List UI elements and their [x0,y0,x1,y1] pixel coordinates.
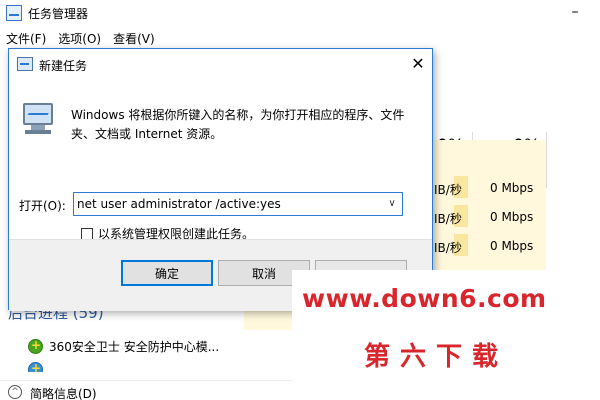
ok-button[interactable]: 确定 [121,260,213,286]
row-disk-value: IB/秒 [434,183,462,197]
close-icon[interactable]: ✕ [407,53,429,75]
open-combobox[interactable]: ∨ [73,192,403,216]
360-security-icon [28,338,43,354]
open-label: 打开(O): [19,199,66,213]
task-manager-titlebar: 任务管理器 – [0,0,600,26]
fewer-details-link[interactable]: 简略信息(D) [30,385,97,400]
chevron-down-icon[interactable]: ∨ [384,196,400,212]
dialog-content: Windows 将根据你所键入的名称，为你打开相应的程序、文件夹、文档或 Int… [9,79,432,241]
watermark-name: 第六下载 [364,342,509,372]
open-input[interactable] [77,195,377,213]
dialog-titlebar: 新建任务 ✕ [9,49,432,79]
menu-view[interactable]: 查看(V) [107,26,161,48]
run-dialog-icon [21,103,55,135]
checkbox[interactable] [81,227,93,240]
watermark-url: www.down6.com [302,284,547,313]
task-manager-icon [6,5,22,21]
process-icon [28,362,43,372]
menu-options[interactable]: 选项(O) [52,26,107,48]
minimize-button[interactable]: – [555,3,595,23]
task-manager-title: 任务管理器 [28,7,89,21]
row-network-value: 0 Mbps [490,239,534,253]
process-row[interactable]: 360安全卫士 安全防护中心模... [28,338,219,354]
dialog-description: Windows 将根据你所键入的名称，为你打开相应的程序、文件夹、文档或 Int… [71,108,405,141]
menu-file[interactable]: 文件(F) [0,26,52,48]
row-network-value: 0 Mbps [490,181,534,195]
process-name: 360安全卫士 安全防护中心模... [49,339,220,354]
run-app-icon [17,57,33,71]
chevron-up-icon[interactable]: ^ [8,385,22,399]
task-manager-menubar: 文件(F) 选项(O) 查看(V) [0,26,600,48]
row-disk-value: IB/秒 [434,212,462,226]
dialog-title: 新建任务 [39,59,88,73]
row-network-value: 0 Mbps [490,210,534,224]
process-row-partial [28,362,228,372]
row-disk-value: IB/秒 [434,241,462,255]
watermark: www.down6.com 第六下载 [292,270,600,390]
column-divider [546,132,547,188]
